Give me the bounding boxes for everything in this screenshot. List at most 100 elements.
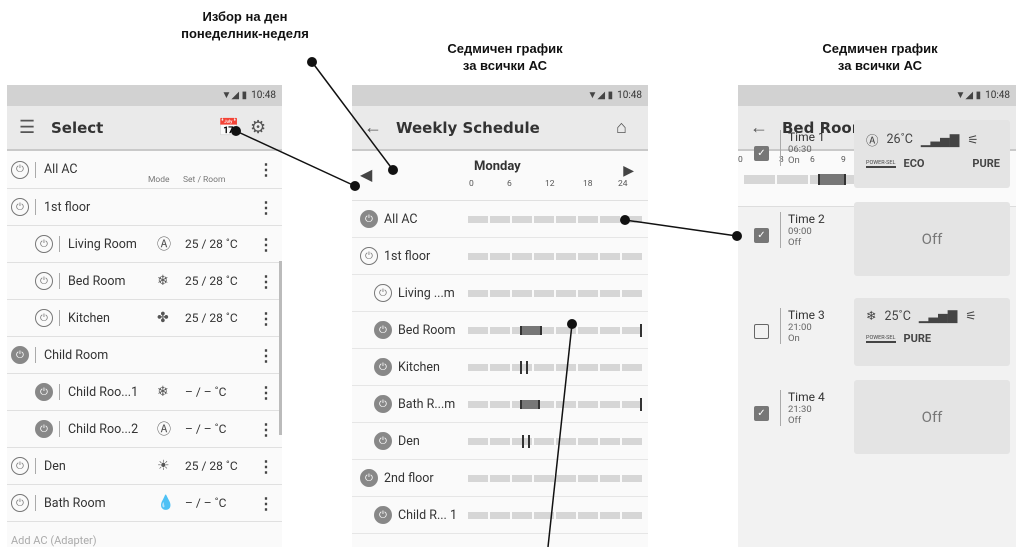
time-slot-checkbox[interactable]: ✓ <box>754 406 769 421</box>
list-item[interactable]: ⏻ Child Roo...1 ❄ – / – ˚C ⋮ <box>7 374 282 411</box>
more-icon[interactable]: ⋮ <box>258 420 274 439</box>
power-icon[interactable]: ⏻ <box>11 457 29 475</box>
power-icon[interactable]: ⏻ <box>374 284 392 302</box>
divider <box>59 310 60 326</box>
app-bar: ☰ Select 📅 ⚙ <box>7 106 282 151</box>
schedule-segment <box>520 326 542 335</box>
divider <box>59 273 60 289</box>
swing-icon: ⚟ <box>967 132 979 148</box>
fan-speed-icon: ▁▃▅▇ <box>918 309 958 324</box>
scrollbar[interactable] <box>279 261 282 435</box>
more-icon[interactable]: ⋮ <box>258 198 274 217</box>
schedule-row[interactable]: ⏻ Kitchen <box>352 349 648 386</box>
time-slot-checkbox[interactable] <box>754 324 769 339</box>
status-time: 10:48 <box>251 90 276 101</box>
time-slot-checkbox[interactable]: ✓ <box>754 228 769 243</box>
power-icon[interactable]: ⏻ <box>360 469 378 487</box>
power-icon[interactable]: ⏻ <box>35 235 53 253</box>
list-item[interactable]: ⏻ Living Room Ⓐ 25 / 28 ˚C ⋮ <box>7 226 282 263</box>
schedule-row[interactable]: ⏻ Bed Room <box>352 312 648 349</box>
power-icon[interactable]: ⏻ <box>374 321 392 339</box>
add-ac-link[interactable]: Add AC (Adapter) <box>7 522 282 547</box>
power-icon[interactable]: ⏻ <box>11 494 29 512</box>
home-icon[interactable]: ⌂ <box>616 117 636 138</box>
time-slot-settings-card[interactable]: ❄ 25˚C ▁▃▅▇ ⚟ POWER-SEL PURE <box>854 298 1010 366</box>
more-icon[interactable]: ⋮ <box>258 346 274 365</box>
auto-mode-icon: Ⓐ <box>866 134 879 149</box>
time-slot-name: Time 2 <box>788 212 825 226</box>
status-bar: ▼◢ ▮ 10:48 <box>738 85 1016 106</box>
app-bar: ← Weekly Schedule ⌂ <box>352 106 648 151</box>
mode-icon: ❄ <box>157 273 169 289</box>
day-selector: ◀ Monday ▶ 0 6 12 18 24 <box>352 151 648 201</box>
list-item[interactable]: ⏻ Den ☀ 25 / 28 ˚C ⋮ <box>7 448 282 485</box>
time-slot-checkbox[interactable]: ✓ <box>754 146 769 161</box>
list-item[interactable]: ⏻ Kitchen ✤ 25 / 28 ˚C ⋮ <box>7 300 282 337</box>
temperature-value: 25˚C <box>884 308 911 324</box>
power-icon[interactable]: ⏻ <box>11 160 29 179</box>
power-icon[interactable]: ⏻ <box>35 420 53 438</box>
list-item-label: All AC <box>44 162 78 177</box>
set-room-value: 25 / 28 ˚C <box>185 274 238 288</box>
schedule-row-label: Kitchen <box>398 359 440 375</box>
power-icon[interactable]: ⏻ <box>35 309 53 327</box>
schedule-row[interactable]: ⏻ 2nd floor <box>352 460 648 497</box>
power-icon[interactable]: ⏻ <box>374 358 392 376</box>
schedule-marker <box>522 435 524 448</box>
fan-speed-icon: ▁▃▅▇ <box>920 132 960 148</box>
power-icon[interactable]: ⏻ <box>374 395 392 413</box>
schedule-row-label: Den <box>398 433 420 449</box>
list-item[interactable]: ⏻ Child Roo...2 Ⓐ – / – ˚C ⋮ <box>7 411 282 448</box>
list-item-all-ac[interactable]: ⏻ All AC Mode Set / Room ⋮ <box>7 151 282 189</box>
power-icon[interactable]: ⏻ <box>360 247 378 265</box>
schedule-marker <box>640 324 642 337</box>
schedule-track <box>468 435 644 448</box>
mode-label: ECO <box>903 157 925 170</box>
power-icon[interactable]: ⏻ <box>374 432 392 450</box>
more-icon[interactable]: ⋮ <box>258 383 274 402</box>
power-icon[interactable]: ⏻ <box>35 272 53 290</box>
power-icon[interactable]: ⏻ <box>11 346 29 364</box>
time-slot-settings-card[interactable]: Off <box>854 202 1010 276</box>
more-icon[interactable]: ⋮ <box>258 160 274 179</box>
power-icon[interactable]: ⏻ <box>360 210 378 228</box>
back-arrow-icon[interactable]: ← <box>750 117 782 138</box>
prev-day-icon[interactable]: ◀ <box>360 165 372 184</box>
more-icon[interactable]: ⋮ <box>258 235 274 254</box>
list-item[interactable]: ⏻ 1st floor ⋮ <box>7 189 282 226</box>
time-slot-info: Time 3 21:00 On <box>780 308 825 344</box>
time-slot-settings-card[interactable]: Ⓐ 26˚C ▁▃▅▇ ⚟ POWER-SEL ECO PURE <box>854 120 1010 188</box>
time-slot-settings-card[interactable]: Off <box>854 380 1010 454</box>
calendar-icon[interactable]: 📅 <box>218 118 250 138</box>
gear-icon[interactable]: ⚙ <box>250 117 270 138</box>
ac-list: ⏻ 1st floor ⋮ ⏻ Living Room Ⓐ 25 / 28 ˚C ⋮ ⏻ Bed … <box>7 189 282 522</box>
snowflake-icon: ❄ <box>866 309 877 324</box>
next-day-icon[interactable]: ▶ <box>623 163 634 179</box>
schedule-track <box>468 290 644 297</box>
schedule-row[interactable]: ⏻ Bath R...m <box>352 386 648 423</box>
schedule-marker <box>520 361 522 374</box>
list-item[interactable]: ⏻ Child Room ⋮ <box>7 337 282 374</box>
schedule-row[interactable]: ⏻ Child R... 1 <box>352 497 648 534</box>
power-icon[interactable]: ⏻ <box>35 383 53 401</box>
schedule-row[interactable]: ⏻ Living ...m <box>352 275 648 312</box>
schedule-row[interactable]: ⏻ Den <box>352 423 648 460</box>
more-icon[interactable]: ⋮ <box>258 309 274 328</box>
power-icon[interactable]: ⏻ <box>11 198 29 216</box>
more-icon[interactable]: ⋮ <box>258 494 274 513</box>
status-bar: ▼◢ ▮ 10:48 <box>352 85 648 106</box>
list-item[interactable]: ⏻ Bath Room 💧 – / – ˚C ⋮ <box>7 485 282 522</box>
power-icon[interactable]: ⏻ <box>374 506 392 524</box>
hour-tick-label: 0 <box>469 179 474 189</box>
menu-icon[interactable]: ☰ <box>19 117 51 138</box>
schedule-row[interactable]: ⏻ All AC <box>352 201 648 238</box>
more-icon[interactable]: ⋮ <box>258 272 274 291</box>
schedule-row[interactable]: ⏻ 1st floor <box>352 238 648 275</box>
more-icon[interactable]: ⋮ <box>258 457 274 476</box>
list-item[interactable]: ⏻ Bed Room ❄ 25 / 28 ˚C ⋮ <box>7 263 282 300</box>
schedule-track <box>468 512 644 519</box>
divider <box>59 236 60 252</box>
back-arrow-icon[interactable]: ← <box>364 117 396 138</box>
divider <box>35 495 36 511</box>
off-label: Off <box>921 230 943 248</box>
